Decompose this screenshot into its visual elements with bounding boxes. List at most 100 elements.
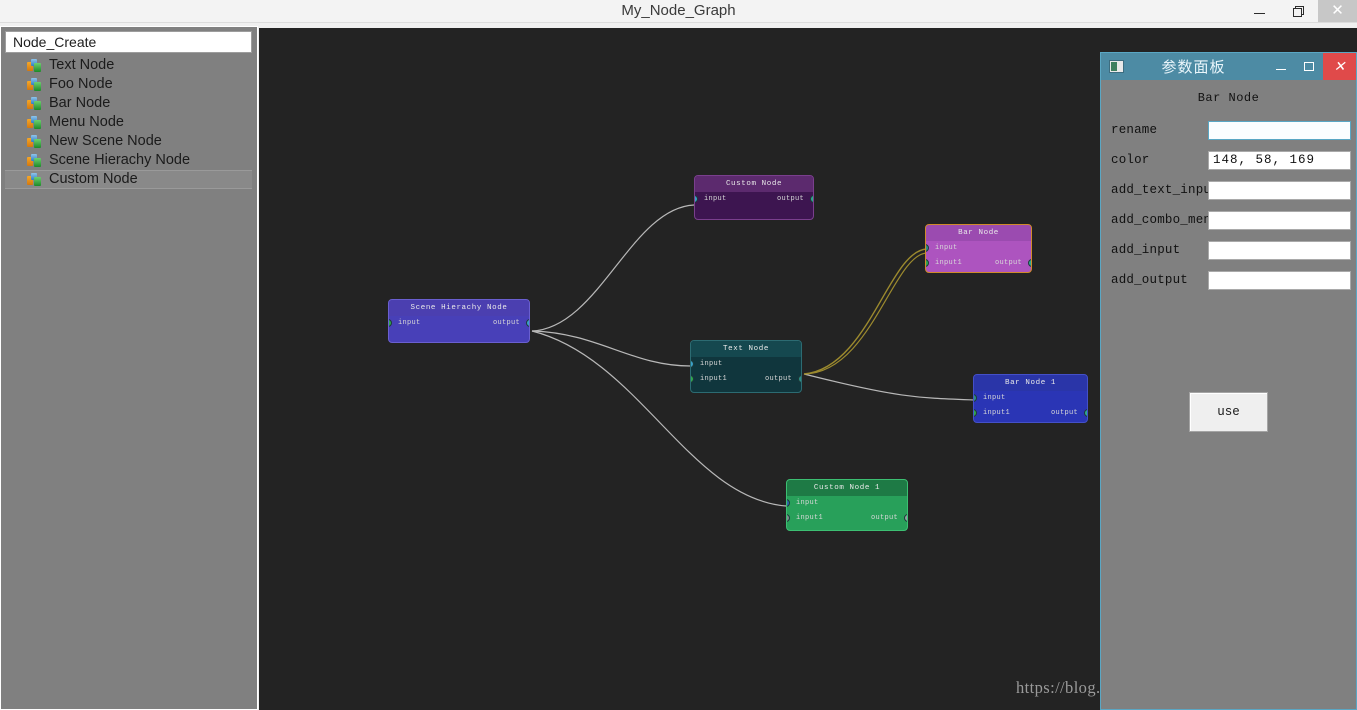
input-port[interactable] — [926, 244, 929, 252]
port-row: input — [787, 496, 907, 511]
parameter-label: color — [1111, 153, 1150, 167]
minimize-button[interactable] — [1240, 0, 1279, 22]
node-type-item[interactable]: Custom Node — [5, 170, 252, 189]
graph-node-title: Bar Node — [926, 225, 1031, 241]
input-port[interactable] — [787, 514, 790, 522]
input-port[interactable] — [974, 394, 977, 402]
cube-icon — [27, 96, 42, 111]
use-button-wrap: use — [1101, 392, 1356, 432]
output-port-label: output — [994, 259, 1022, 267]
graph-node[interactable]: Text Node input input1 output — [690, 340, 802, 393]
node-type-item[interactable]: Foo Node — [5, 75, 252, 94]
input-port-label: input — [983, 394, 1006, 402]
node-create-header: Node_Create — [5, 31, 252, 53]
input-port-label: input — [796, 499, 819, 507]
graph-node[interactable]: Custom Node 1 input input1 output — [786, 479, 908, 531]
close-button[interactable]: ✕ — [1318, 0, 1357, 22]
input-port[interactable] — [691, 375, 694, 383]
output-port[interactable] — [904, 514, 907, 522]
parameter-input-rename[interactable] — [1208, 120, 1351, 140]
window-titlebar: My_Node_Graph ✕ — [0, 0, 1357, 23]
panel-app-icon — [1109, 60, 1124, 73]
maximize-button[interactable] — [1279, 0, 1318, 22]
parameter-input-add-text-input[interactable] — [1208, 180, 1351, 200]
input-port-label: input1 — [983, 409, 1011, 417]
output-port[interactable] — [1084, 409, 1087, 417]
node-type-item[interactable]: New Scene Node — [5, 132, 252, 151]
output-port-label: output — [1050, 409, 1078, 417]
window-title: My_Node_Graph — [621, 2, 736, 19]
graph-node-title: Custom Node 1 — [787, 480, 907, 496]
node-type-label: Custom Node — [49, 171, 138, 187]
input-port[interactable] — [695, 195, 698, 203]
graph-node-title: Scene Hierachy Node — [389, 300, 529, 316]
port-row: input — [974, 391, 1087, 406]
node-type-item[interactable]: Menu Node — [5, 113, 252, 132]
panel-minimize-button[interactable] — [1267, 53, 1295, 80]
parameter-input-add-combo-menu[interactable] — [1208, 210, 1351, 230]
input-port-label: input — [935, 244, 958, 252]
output-port[interactable] — [798, 375, 801, 383]
parameter-label: add_combo_menu — [1111, 213, 1219, 227]
use-button[interactable]: use — [1189, 392, 1268, 432]
input-port-label: input — [700, 360, 723, 368]
port-row: input1 output — [691, 372, 801, 387]
window-controls: ✕ — [1240, 0, 1357, 22]
output-port-label: output — [764, 375, 792, 383]
parameter-row: add_output — [1101, 265, 1356, 295]
graph-node-body: input input1 output — [974, 391, 1087, 421]
cube-icon — [27, 172, 42, 187]
node-type-label: New Scene Node — [49, 133, 162, 149]
node-type-item[interactable]: Text Node — [5, 56, 252, 75]
graph-node-title: Bar Node 1 — [974, 375, 1087, 391]
graph-node[interactable]: Bar Node input input1 output — [925, 224, 1032, 273]
output-port[interactable] — [1028, 259, 1031, 267]
edge-text-to-bar-highlighted-2[interactable] — [803, 252, 928, 375]
parameter-label: add_input — [1111, 243, 1181, 257]
graph-node-body: input output — [695, 192, 813, 207]
input-port[interactable] — [926, 259, 929, 267]
output-port-label: output — [776, 195, 804, 203]
output-port[interactable] — [810, 195, 813, 203]
edge-text-to-bar-highlighted[interactable] — [803, 248, 928, 375]
node-type-label: Menu Node — [49, 114, 124, 130]
graph-node[interactable]: Bar Node 1 input input1 output — [973, 374, 1088, 423]
edge-text-to-bar1[interactable] — [803, 373, 976, 401]
node-type-item[interactable]: Scene Hierachy Node — [5, 151, 252, 170]
parameter-row: add_input — [1101, 235, 1356, 265]
edge-scene-to-text[interactable] — [531, 330, 692, 367]
node-type-item[interactable]: Bar Node — [5, 94, 252, 113]
cube-icon — [27, 134, 42, 149]
parameter-input-color[interactable]: 148, 58, 169 — [1208, 150, 1351, 170]
graph-node-body: input output — [389, 316, 529, 331]
output-port[interactable] — [526, 319, 529, 327]
output-port-label: output — [492, 319, 520, 327]
node-create-panel: Node_Create Text Node Foo Node Bar Node Men… — [0, 26, 258, 710]
input-port-label: input1 — [700, 375, 728, 383]
node-type-label: Text Node — [49, 57, 115, 73]
parameter-input-add-input[interactable] — [1208, 240, 1351, 260]
input-port[interactable] — [691, 360, 694, 368]
parameter-row: rename — [1101, 115, 1356, 145]
panel-maximize-button[interactable] — [1295, 53, 1323, 80]
graph-node[interactable]: Scene Hierachy Node input output — [388, 299, 530, 343]
parameter-row: add_combo_menu — [1101, 205, 1356, 235]
cube-icon — [27, 77, 42, 92]
graph-node[interactable]: Custom Node input output — [694, 175, 814, 220]
parameter-label: add_output — [1111, 273, 1189, 287]
node-type-label: Bar Node — [49, 95, 111, 111]
port-row: input1 output — [974, 406, 1087, 421]
cube-icon — [27, 58, 42, 73]
edge-scene-to-custom[interactable] — [531, 204, 695, 332]
parameter-panel: 参数面板 ✕ Bar Node rename color 148, 58, 169 a… — [1100, 52, 1357, 710]
selected-node-name: Bar Node — [1197, 91, 1260, 105]
parameter-panel-controls: ✕ — [1267, 53, 1356, 80]
input-port[interactable] — [787, 499, 790, 507]
node-type-list[interactable]: Text Node Foo Node Bar Node Menu Node New Sc… — [5, 56, 252, 189]
parameter-label: add_text_input — [1111, 183, 1219, 197]
parameter-input-add-output[interactable] — [1208, 270, 1351, 290]
parameter-panel-title: 参数面板 — [1161, 58, 1226, 76]
input-port[interactable] — [974, 409, 977, 417]
panel-close-button[interactable]: ✕ — [1323, 53, 1356, 80]
input-port[interactable] — [389, 319, 392, 327]
